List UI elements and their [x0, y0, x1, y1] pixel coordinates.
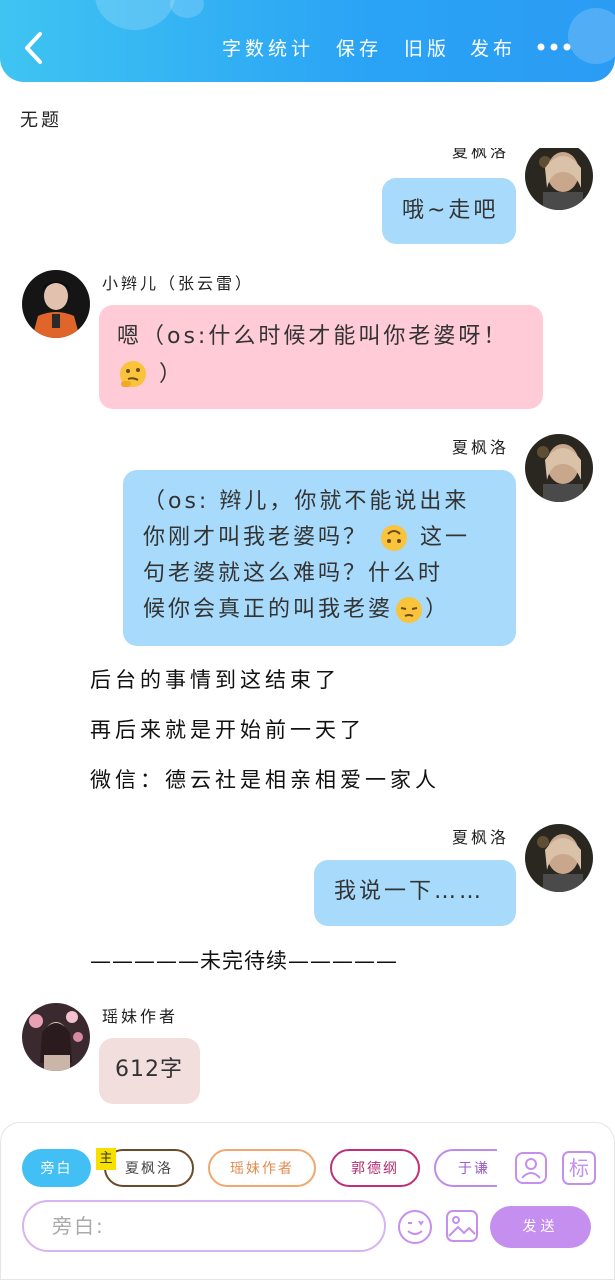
narration-line[interactable]: 微信：德云社是相亲相爱一家人 [90, 764, 440, 794]
chat-bubble[interactable]: 612字 [99, 1038, 200, 1104]
avatar-xiao-bianer[interactable] [22, 270, 90, 338]
sender-name: 夏枫洛 [452, 828, 510, 847]
to-be-continued-divider[interactable]: —————未完待续————— [90, 945, 398, 975]
sender-name: 小辫儿（张云雷） [102, 274, 255, 293]
message-input[interactable]: 旁白: [22, 1200, 386, 1252]
narration-line[interactable]: 再后来就是开始前一天了 [90, 714, 365, 744]
role-chip-xia-fengluo[interactable]: 夏枫洛 [104, 1149, 194, 1187]
document-title[interactable]: 无题 [20, 106, 62, 132]
message-text: 哦~走吧 [402, 198, 499, 223]
role-chip-narrator[interactable]: 旁白 [22, 1149, 91, 1187]
more-icon[interactable] [535, 32, 575, 62]
pensive-face-emoji-icon [396, 597, 423, 623]
message-text: ） [425, 597, 451, 622]
role-chip-strip: 旁白 夏枫洛 瑶妹作者 郭德纲 于谦 [0, 1140, 497, 1196]
decoration-bubble [95, 0, 175, 30]
save-button[interactable]: 保存 [336, 34, 382, 61]
main-role-tag: 主 [96, 1148, 116, 1170]
word-count-text: 612字 [115, 1057, 183, 1082]
word-count-button[interactable]: 字数统计 [222, 34, 314, 61]
image-icon[interactable] [444, 1208, 480, 1244]
sender-name: 瑶妹作者 [102, 1007, 179, 1026]
chat-bubble[interactable]: 我说一下…… [314, 860, 516, 926]
back-arrow-icon[interactable] [18, 28, 48, 68]
narration-line[interactable]: 后台的事情到这结束了 [90, 664, 340, 694]
chat-bubble[interactable]: （os: 辫儿，你就不能说出来 你刚才叫我老婆吗？ 这一 句老婆就这么难吗？什么… [123, 470, 516, 646]
sender-name: 夏枫洛 [452, 148, 510, 161]
role-chip-guo-degang[interactable]: 郭德纲 [330, 1149, 420, 1187]
message-text: ） [159, 362, 185, 387]
old-version-button[interactable]: 旧版 [404, 34, 450, 61]
publish-button[interactable]: 发布 [470, 34, 516, 61]
avatar-xia-fengluo[interactable] [525, 434, 593, 502]
message-text: 嗯（os:什么时候才能叫你老婆呀！ [117, 324, 509, 349]
avatar-xia-fengluo[interactable] [525, 824, 593, 892]
upside-down-face-emoji-icon [381, 525, 408, 551]
top-bar: 字数统计 保存 旧版 发布 [0, 0, 615, 82]
sender-name: 夏枫洛 [452, 438, 510, 457]
thinking-face-emoji-icon [120, 361, 146, 387]
role-chip-yaomei-author[interactable]: 瑶妹作者 [208, 1149, 316, 1187]
mark-button[interactable]: 标 [562, 1151, 596, 1185]
role-chip-yu-qian[interactable]: 于谦 [434, 1149, 497, 1187]
decoration-bubble [170, 0, 204, 18]
message-text: （os: 辫儿，你就不能说出来 [143, 489, 470, 514]
add-role-icon[interactable] [514, 1151, 548, 1185]
avatar-yaomei-author[interactable] [22, 1003, 90, 1071]
emoji-icon[interactable] [396, 1208, 434, 1246]
send-button[interactable]: 发送 [490, 1206, 591, 1248]
message-text: 我说一下…… [334, 879, 485, 904]
message-text: 这一 [420, 525, 471, 550]
message-text: 候你会真正的叫我老婆 [143, 597, 394, 622]
message-text: 句老婆就这么难吗？什么时 [143, 561, 444, 586]
chat-bubble[interactable]: 嗯（os:什么时候才能叫你老婆呀！ ） [99, 305, 543, 409]
decoration-bubble [568, 8, 615, 64]
chat-bubble[interactable]: 哦~走吧 [382, 178, 516, 244]
message-text: 你刚才叫我老婆吗？ [143, 525, 369, 550]
avatar-xia-fengluo[interactable] [525, 148, 593, 210]
